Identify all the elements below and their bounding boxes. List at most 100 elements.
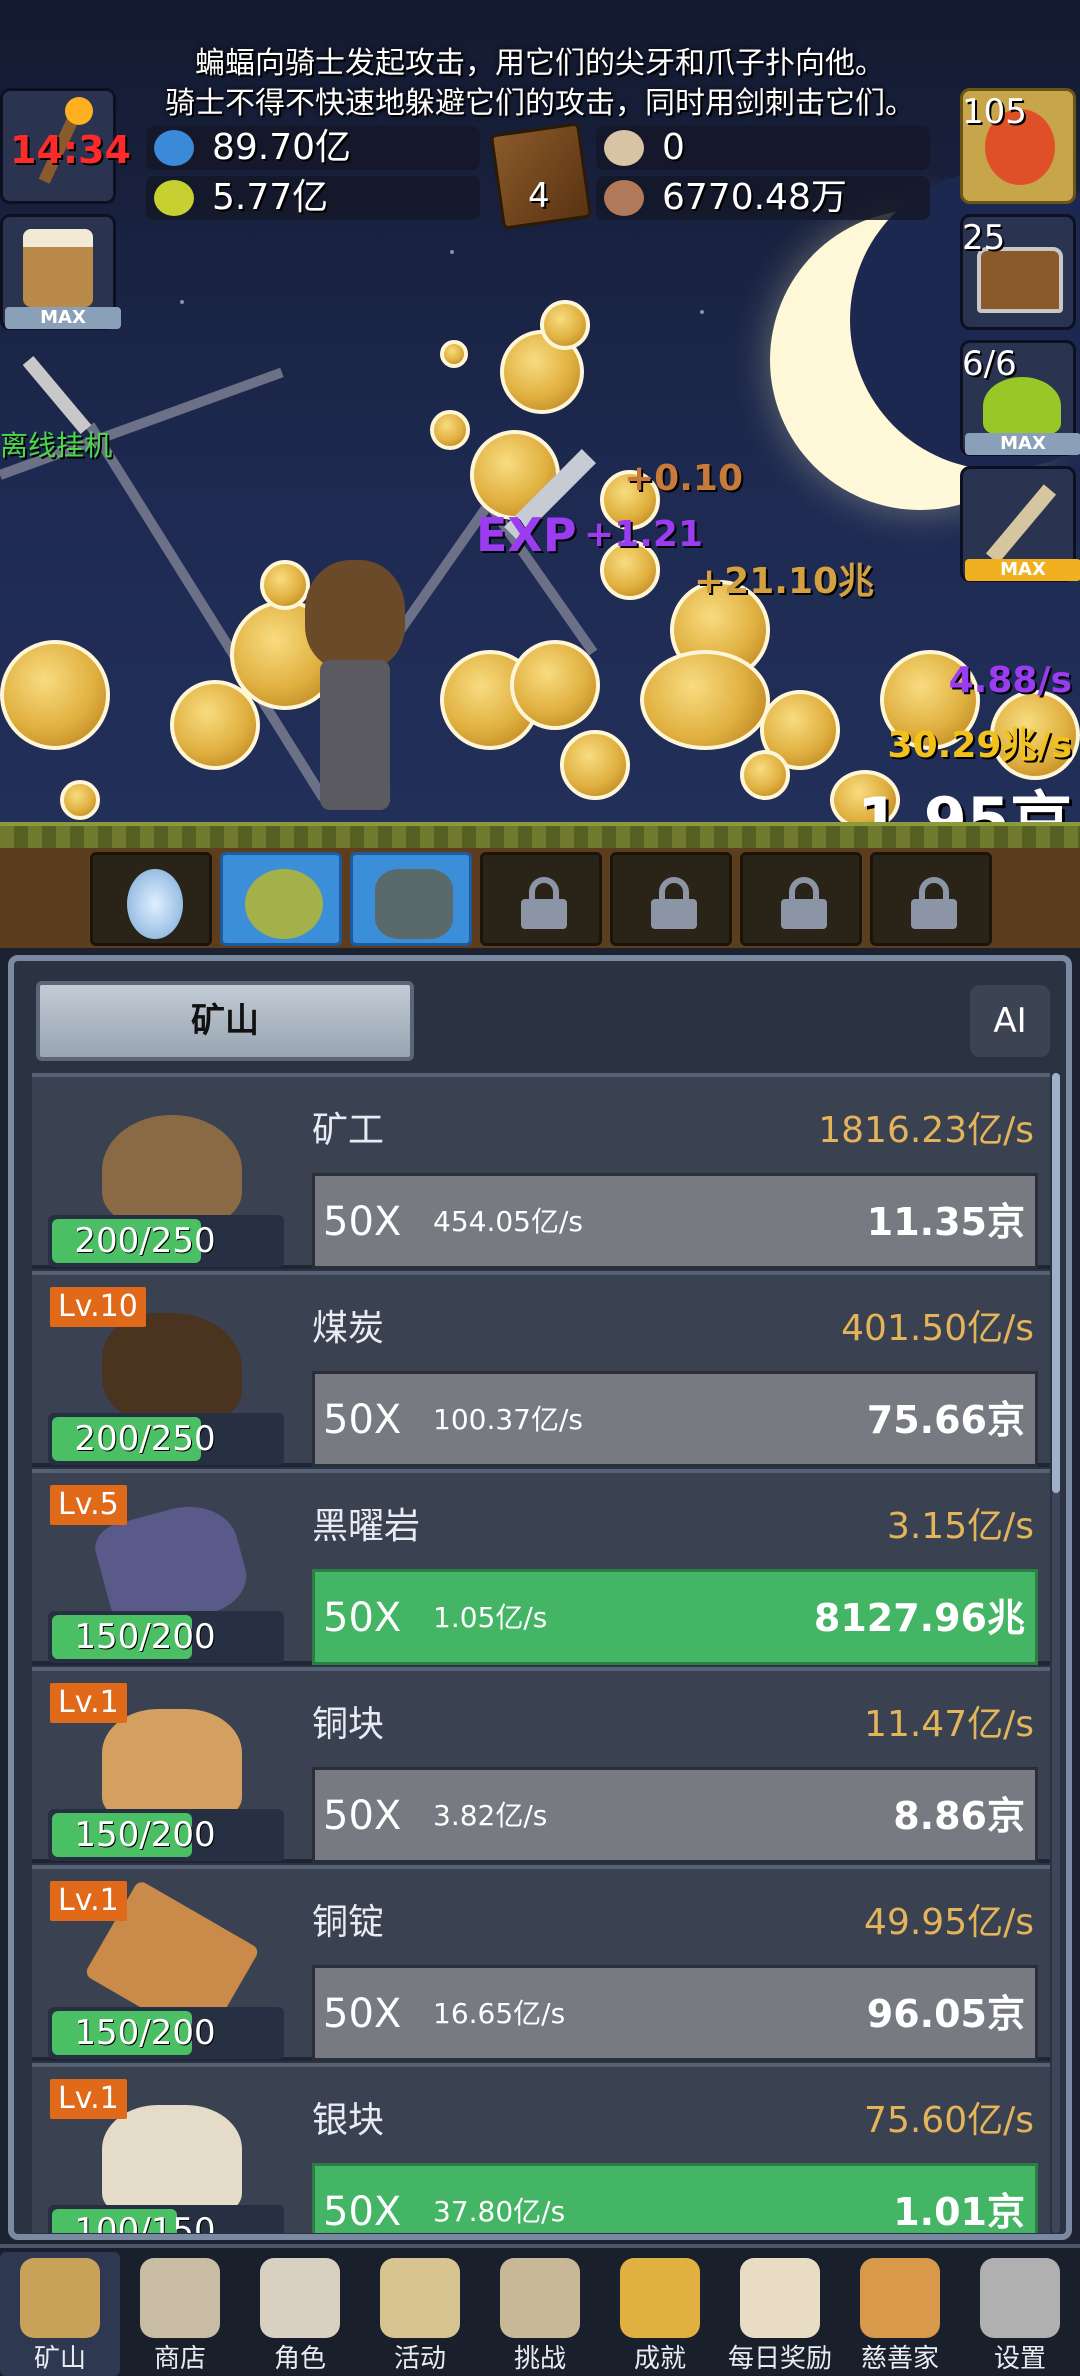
multiplier: 50X [323, 1991, 402, 2037]
pet-slot-egg[interactable] [90, 852, 212, 946]
lantern-icon [20, 2258, 100, 2338]
mine-item: Lv.1 150/200 铜块 11.47亿/s 50X 3.82亿/s 8.8… [32, 1667, 1050, 1863]
upgrade-button[interactable]: 50X 100.37亿/s 75.66京 [312, 1371, 1038, 1467]
capacity-bar: 150/200 [48, 1809, 284, 1861]
pet-slot-locked[interactable] [480, 852, 602, 946]
beer-mug-icon [23, 229, 93, 307]
exp-rate: 4.88/s [948, 660, 1072, 701]
item-rate: 11.47亿/s [864, 1704, 1034, 1745]
upgrade-button[interactable]: 50X 16.65亿/s 96.05京 [312, 1965, 1038, 2061]
ai-button[interactable]: AI [970, 985, 1050, 1057]
nav-item-4[interactable]: 挑战 [480, 2252, 600, 2376]
capacity-text: 150/200 [74, 2013, 216, 2053]
pet-slot-locked[interactable] [870, 852, 992, 946]
hero-head [305, 560, 405, 670]
gold-rate: 30.29兆/s [887, 725, 1072, 766]
meat-resource: 6770.48万 [596, 176, 930, 220]
level-badge: Lv.10 [50, 1287, 146, 1327]
nav-label: 挑战 [513, 2344, 566, 2374]
coal-icon [102, 1313, 242, 1423]
nav-label: 商店 [153, 2344, 206, 2374]
pet-slot-locked[interactable] [740, 852, 862, 946]
egg-icon [127, 869, 183, 939]
capacity-bar: 150/200 [48, 2007, 284, 2059]
coin [510, 640, 600, 730]
multiplier: 50X [323, 1595, 402, 1641]
offline-label[interactable]: 离线挂机 [0, 424, 112, 464]
flame [65, 97, 93, 125]
potion-count: 105 [962, 92, 1027, 132]
bread-icon [860, 2258, 940, 2338]
pet-slot-locked[interactable] [610, 852, 732, 946]
lock-icon [909, 877, 959, 929]
upgrade-button[interactable]: 50X 37.80亿/s 1.01京 [312, 2163, 1038, 2233]
item-thumbnail[interactable]: Lv.1 100/150 [42, 2075, 302, 2233]
item-name: 黑曜岩 [312, 1506, 421, 1547]
silver-icon [102, 2105, 242, 2215]
item-rate: 401.50亿/s [841, 1308, 1034, 1349]
blue-potion-amount: 89.70亿 [212, 127, 352, 168]
coin [540, 300, 590, 350]
item-thumbnail[interactable]: Lv.5 150/200 [42, 1481, 302, 1663]
capacity-text: 100/150 [74, 2211, 216, 2233]
multiplier: 50X [323, 1199, 402, 1245]
item-thumbnail[interactable]: 200/250 [42, 1085, 302, 1267]
coin [440, 340, 468, 368]
upgrade-cost: 8.86京 [893, 1794, 1025, 1838]
capacity-text: 200/250 [74, 1419, 216, 1459]
zombie-pet-icon [375, 869, 453, 939]
hero-character[interactable] [300, 560, 410, 810]
coin [560, 730, 630, 800]
nav-label: 角色 [273, 2344, 326, 2374]
coin [640, 650, 770, 750]
nav-item-0[interactable]: 矿山 [0, 2252, 120, 2376]
upgrade-button[interactable]: 50X 454.05亿/s 11.35京 [312, 1173, 1038, 1269]
upgrade-button[interactable]: 50X 3.82亿/s 8.86京 [312, 1767, 1038, 1863]
star [700, 310, 704, 314]
nav-item-3[interactable]: 活动 [360, 2252, 480, 2376]
sword-button[interactable]: MAX [960, 466, 1080, 582]
pet-slot-slime[interactable] [220, 852, 342, 946]
capacity-text: 200/250 [74, 1221, 216, 1261]
max-badge: MAX [965, 433, 1080, 455]
star [450, 250, 454, 254]
item-name: 铜锭 [312, 1902, 385, 1943]
scrollbar-thumb[interactable] [1052, 1073, 1060, 1493]
tab-mine[interactable]: 矿山 [36, 981, 414, 1061]
ground [0, 822, 1080, 848]
copper-icon [102, 1709, 242, 1819]
item-thumbnail[interactable]: Lv.1 150/200 [42, 1679, 302, 1861]
nav-item-1[interactable]: 商店 [120, 2252, 240, 2376]
nav-item-2[interactable]: 角色 [240, 2252, 360, 2376]
timer: 14:34 [10, 128, 131, 172]
level-badge: Lv.1 [50, 1683, 127, 1723]
upgrade-cost: 11.35京 [866, 1200, 1025, 1244]
meat-icon [604, 180, 644, 216]
miner-icon [102, 1115, 242, 1225]
pet-slot-zombie[interactable] [350, 852, 472, 946]
capacity-bar: 150/200 [48, 1611, 284, 1663]
mine-item: 200/250 矿工 1816.23亿/s 50X 454.05亿/s 11.3… [32, 1073, 1050, 1269]
nav-label: 设置 [993, 2344, 1046, 2374]
upgrade-cost: 96.05京 [866, 1992, 1025, 2036]
item-thumbnail[interactable]: Lv.10 200/250 [42, 1283, 302, 1465]
scroll-icon [380, 2258, 460, 2338]
capacity-bar: 100/150 [48, 2205, 284, 2233]
upgrade-button[interactable]: 50X 1.05亿/s 8127.96兆 [312, 1569, 1038, 1665]
skull-icon [260, 2258, 340, 2338]
upgrade-cost: 8127.96兆 [813, 1596, 1025, 1640]
nav-item-5[interactable]: 成就 [600, 2252, 720, 2376]
map-icon [500, 2258, 580, 2338]
multiplier: 50X [323, 1793, 402, 1839]
nav-item-7[interactable]: 慈善家 [840, 2252, 960, 2376]
nav-item-6[interactable]: 每日奖励 [720, 2252, 840, 2376]
shell-amount: 0 [662, 127, 685, 168]
item-name: 矿工 [312, 1110, 385, 1151]
game-screen: 蝙蝠向骑士发起攻击，用它们的尖牙和爪子扑向他。 骑士不得不快速地躲避它们的攻击，… [0, 0, 1080, 2376]
coin [60, 780, 100, 820]
item-thumbnail[interactable]: Lv.1 150/200 [42, 1877, 302, 2059]
capacity-bar: 200/250 [48, 1413, 284, 1465]
beer-boost-button[interactable]: MAX [0, 214, 121, 330]
letter-icon [740, 2258, 820, 2338]
nav-item-8[interactable]: 设置 [960, 2252, 1080, 2376]
